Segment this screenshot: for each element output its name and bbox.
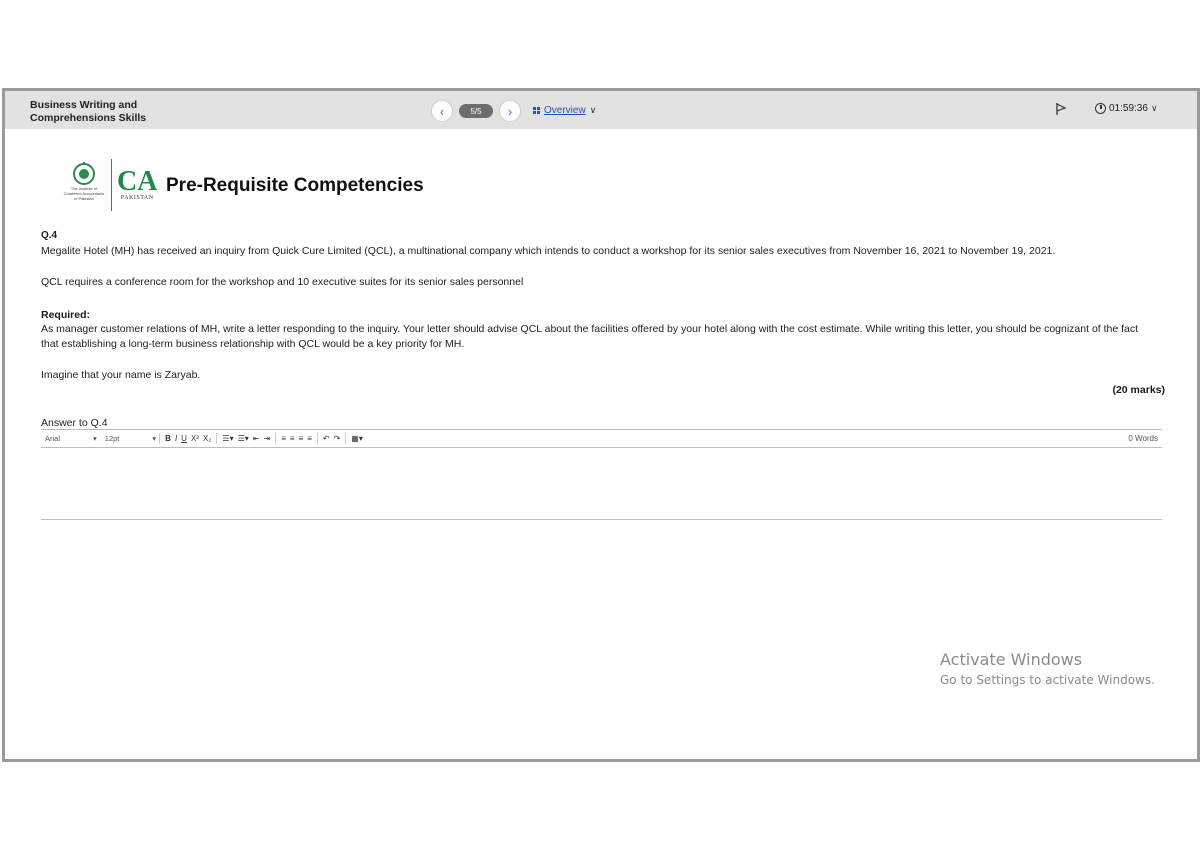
undo-icon[interactable]: ↶	[321, 434, 332, 443]
required-heading: Required:	[41, 309, 91, 321]
course-title-line2: Comprehensions Skills	[30, 112, 147, 124]
answer-label: Answer to Q.4	[41, 417, 108, 429]
emblem-icon	[73, 162, 95, 185]
icap-logo: The Institute of Chartered Accountants o…	[61, 159, 157, 211]
superscript-button[interactable]: X²	[189, 434, 201, 443]
chevron-left-icon: ‹	[439, 103, 445, 119]
chevron-down-icon: ∨	[589, 105, 597, 115]
watermark-line2: Go to Settings to activate Windows.	[940, 673, 1155, 687]
next-button[interactable]: ›	[499, 100, 521, 122]
grid-icon	[533, 107, 540, 114]
numbered-list-icon[interactable]: ☰▾	[220, 434, 235, 443]
overview-label: Overview	[544, 105, 586, 116]
ca-text: CA	[117, 166, 158, 197]
watermark-line1: Activate Windows	[940, 650, 1083, 669]
pakistan-text: PAKISTAN	[120, 195, 154, 201]
align-justify-icon[interactable]: ≡	[305, 434, 314, 443]
previous-button[interactable]: ‹	[431, 100, 453, 122]
word-count: 0 Words	[1128, 434, 1158, 443]
imagine-text: Imagine that your name is Zaryab.	[41, 369, 201, 381]
question-paragraph-1: Megalite Hotel (MH) has received an inqu…	[41, 245, 1056, 257]
clock-icon	[1095, 103, 1106, 114]
bullet-list-icon[interactable]: ☰▾	[236, 434, 251, 443]
icap-emblem: The Institute of Chartered Accountants o…	[61, 162, 107, 208]
marks-label: (20 marks)	[1112, 384, 1165, 396]
chevron-down-icon: ▾	[93, 434, 97, 443]
answer-editor[interactable]	[41, 447, 1162, 519]
table-icon[interactable]: ▦▾	[349, 434, 365, 443]
chevron-down-icon: ∨	[1150, 103, 1158, 113]
bold-button[interactable]: B	[163, 434, 173, 443]
page-title: Pre-Requisite Competencies	[166, 175, 424, 196]
question-navigation: ‹ 5/5 ›	[431, 100, 521, 122]
font-family-select[interactable]: Arial ▾	[45, 434, 97, 443]
font-size-select[interactable]: 12pt ▾	[105, 434, 156, 443]
emblem-text-line3: of Pakistan	[74, 196, 94, 201]
subscript-button[interactable]: X₂	[201, 434, 213, 443]
chevron-right-icon: ›	[507, 103, 513, 119]
activate-windows-watermark: Activate Windows Go to Settings to activ…	[940, 650, 1155, 687]
indent-icon[interactable]: ⇥	[261, 434, 272, 443]
align-right-icon[interactable]: ≡	[297, 434, 306, 443]
editor-toolbar: Arial ▾ 12pt ▾ B I U X² X₂ ☰▾ ☰▾ ⇤ ⇥ ≡ ≡…	[41, 429, 1162, 448]
align-left-icon[interactable]: ≡	[279, 434, 288, 443]
timer-value: 01:59:36	[1109, 103, 1148, 114]
flag-icon[interactable]	[1055, 102, 1067, 116]
editor-bottom-border	[41, 519, 1162, 520]
ca-pakistan-mark: CA PAKISTAN	[117, 166, 158, 202]
course-title: Business Writing and Comprehensions Skil…	[30, 99, 170, 125]
top-bar: Business Writing and Comprehensions Skil…	[5, 91, 1197, 129]
font-family-value: Arial	[45, 434, 61, 443]
logo-divider	[111, 159, 112, 211]
underline-button[interactable]: U	[179, 434, 189, 443]
question-number: Q.4	[41, 230, 58, 241]
outdent-icon[interactable]: ⇤	[251, 434, 262, 443]
page-indicator: 5/5	[459, 104, 493, 118]
required-line-1: As manager customer relations of MH, wri…	[41, 323, 1139, 335]
font-size-value: 12pt	[104, 434, 120, 443]
question-paragraph-2: QCL requires a conference room for the w…	[41, 276, 524, 288]
chevron-down-icon: ▾	[152, 434, 157, 443]
course-title-line1: Business Writing and	[30, 99, 138, 111]
required-line-2: that establishing a long-term business r…	[41, 338, 465, 350]
redo-icon[interactable]: ↷	[332, 434, 343, 443]
overview-dropdown[interactable]: Overview ∨	[533, 105, 596, 116]
align-center-icon[interactable]: ≡	[288, 434, 297, 443]
exam-timer[interactable]: 01:59:36 ∨	[1095, 103, 1158, 114]
